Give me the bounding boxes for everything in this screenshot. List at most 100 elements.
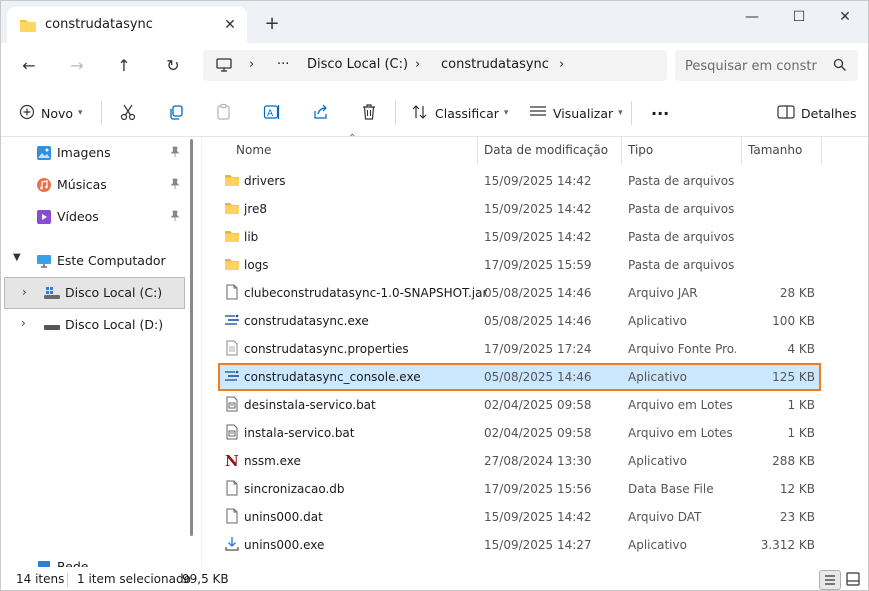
breadcrumb-disco-local-c[interactable]: Disco Local (C:) [307,57,408,72]
sidebar-item-videos[interactable]: Vídeos [1,201,187,233]
sidebar-item-imagens[interactable]: Imagens [1,137,187,169]
column-header-size[interactable]: Tamanho [748,137,802,165]
sidebar-scrollbar[interactable] [190,139,193,536]
share-icon[interactable] [312,103,332,123]
sidebar-item-este-computador[interactable]: ▼ Este Computador [1,245,187,277]
paste-icon[interactable] [215,103,235,123]
pane-divider[interactable] [201,137,202,567]
details-pane-label: Detalhes [801,105,857,121]
file-row[interactable]: logs 17/09/2025 15:59 Pasta de arquivos [218,251,821,279]
refresh-button[interactable]: ↻ [160,53,186,79]
column-header-type[interactable]: Tipo [628,137,653,165]
file-name: jre8 [244,202,268,216]
file-row[interactable]: construdatasync_console.exe 05/08/2025 14… [218,363,821,391]
folder-icon [224,200,240,216]
status-divider [67,573,68,587]
file-date: 17/09/2025 15:59 [484,258,592,272]
file-size: 12 KB [779,482,815,496]
breadcrumb-ellipsis[interactable]: ··· [277,57,289,72]
pin-icon[interactable] [169,210,181,225]
up-button[interactable]: ↑ [111,53,137,79]
column-header-name[interactable]: Nome [236,137,271,165]
column-divider[interactable] [821,137,822,165]
sidebar-item-disco-local-d[interactable]: › Disco Local (D:) [1,309,187,341]
file-row[interactable]: lib 15/09/2025 14:42 Pasta de arquivos [218,223,821,251]
file-icon [224,508,240,524]
chevron-down-icon: ▾ [503,108,509,118]
close-button[interactable]: ✕ [822,7,868,27]
pin-icon[interactable] [169,178,181,193]
rename-icon[interactable]: A [263,103,283,123]
toolbar-divider [631,101,632,125]
breadcrumb-construdatasync[interactable]: construdatasync [441,57,549,72]
sidebar-item-rede[interactable]: Rede [1,551,187,567]
sidebar-item-musicas[interactable]: Músicas [1,169,187,201]
column-divider[interactable] [741,137,742,165]
file-row[interactable]: instala-servico.bat 02/04/2025 09:58 Arqui… [218,419,821,447]
cut-icon[interactable] [119,103,139,123]
file-type: Arquivo JAR [628,286,698,300]
new-tab-button[interactable]: + [262,15,282,35]
file-size: 125 KB [772,370,815,384]
breadcrumb-separator[interactable]: › [415,57,420,72]
file-date: 02/04/2025 09:58 [484,398,592,412]
application-icon [224,312,240,328]
delete-icon[interactable] [360,103,380,123]
file-name: clubeconstrudatasync-1.0-SNAPSHOT.jar [244,286,488,300]
file-row[interactable]: construdatasync.exe 05/08/2025 14:46 Aplic… [218,307,821,335]
file-row[interactable]: sincronizacao.db 17/09/2025 15:56 Data Bas… [218,475,821,503]
file-row[interactable]: construdatasync.properties 17/09/2025 17:… [218,335,821,363]
address-bar[interactable]: › ··· Disco Local (C:) › construdatasync… [203,50,667,81]
file-name: construdatasync.exe [244,314,369,328]
search-box[interactable] [675,50,858,81]
chevron-right-icon[interactable]: › [21,316,26,330]
file-row[interactable]: clubeconstrudatasync-1.0-SNAPSHOT.jar 05/… [218,279,821,307]
chevron-right-icon[interactable]: › [22,285,27,299]
breadcrumb-separator[interactable]: › [249,57,254,72]
file-row[interactable]: jre8 15/09/2025 14:42 Pasta de arquivos [218,195,821,223]
pin-icon[interactable] [169,146,181,161]
plus-circle-icon [19,104,35,123]
folder-icon [224,228,240,244]
new-button[interactable]: Novo ▾ [19,89,83,137]
file-row[interactable]: desinstala-servico.bat 02/04/2025 09:58 Ar… [218,391,821,419]
sidebar-item-disco-local-c[interactable]: › Disco Local (C:) [4,277,185,309]
minimize-button[interactable]: — [729,7,775,27]
search-input[interactable] [685,56,825,76]
file-icon [224,480,240,496]
file-row[interactable]: unins000.dat 15/09/2025 14:42 Arquivo DAT 2… [218,503,821,531]
search-icon[interactable] [833,58,847,75]
file-type: Pasta de arquivos [628,202,735,216]
file-row[interactable]: drivers 15/09/2025 14:42 Pasta de arquivos [218,167,821,195]
sort-ascending-icon: ⌃ [348,133,357,144]
tab-construdatasync[interactable]: construdatasync ✕ [7,7,247,43]
sort-icon [411,104,429,123]
breadcrumb-separator[interactable]: › [559,57,564,72]
chevron-down-icon[interactable]: ▼ [13,252,21,263]
drive-icon [44,321,60,335]
sidebar-item-label: Vídeos [57,209,99,224]
column-divider[interactable] [621,137,622,165]
file-row[interactable]: Nnssm.exe 27/08/2024 13:30 Aplicativo 288 K… [218,447,821,475]
file-name: instala-servico.bat [244,426,355,440]
tab-close-icon[interactable]: ✕ [221,16,239,34]
file-row[interactable]: unins000.exe 15/09/2025 14:27 Aplicativo 3.… [218,531,821,559]
computer-icon[interactable] [215,57,233,76]
tiles-view-button[interactable] [843,570,865,590]
back-button[interactable]: ← [16,53,42,79]
file-type: Arquivo em Lotes ... [628,426,736,440]
column-divider[interactable] [477,137,478,165]
more-options-button[interactable]: ··· [645,89,669,137]
copy-icon[interactable] [167,103,187,123]
details-view-button[interactable] [819,570,841,590]
sort-button[interactable]: Classificar ▾ [411,89,508,137]
maximize-button[interactable]: ☐ [776,7,822,27]
forward-button[interactable]: → [64,53,90,79]
file-size: 1 KB [787,398,815,412]
details-pane-button[interactable]: Detalhes [777,89,856,137]
view-button[interactable]: Visualizar ▾ [529,89,623,137]
file-name: logs [244,258,269,272]
navigation-pane: Imagens Músicas Vídeos ▼ Este Computador… [1,137,197,567]
file-type: Pasta de arquivos [628,230,735,244]
column-header-date[interactable]: Data de modificação [484,137,608,165]
